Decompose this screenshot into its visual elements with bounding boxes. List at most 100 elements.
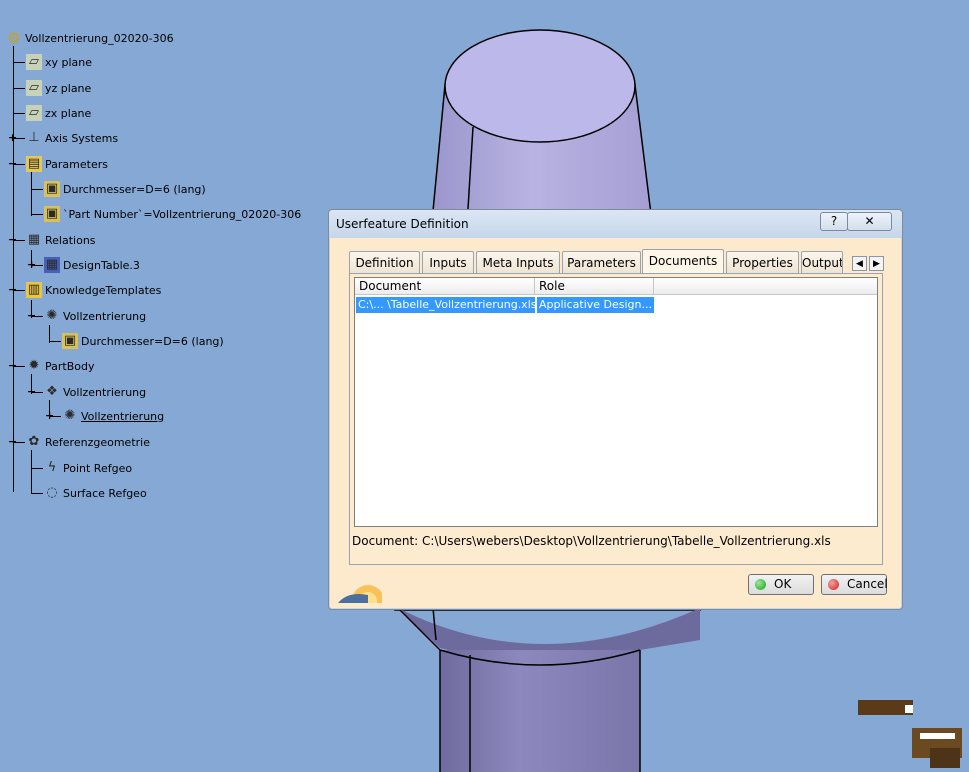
parameters-icon: ▤ <box>26 156 42 172</box>
tree-connector-line <box>13 62 25 63</box>
tree-node-label: Surface Refgeo <box>63 486 147 500</box>
tree-node[interactable]: ▱ zx plane <box>26 103 91 123</box>
tree-connector-line <box>49 341 61 342</box>
parameter-icon: ▣ <box>44 206 60 222</box>
tree-root-label: Vollzentrierung_02020-306 <box>25 31 174 45</box>
ok-button[interactable]: OK <box>748 574 814 595</box>
collapse-icon[interactable]: − <box>27 386 36 397</box>
tree-node-label: DesignTable.3 <box>63 258 140 272</box>
feature-set-icon: ❖ <box>46 384 58 399</box>
tree-node[interactable]: ϟ Point Refgeo <box>44 458 132 478</box>
tree-root[interactable]: ⚙ Vollzentrierung_02020-306 <box>6 28 174 48</box>
parameter-icon: ▣ <box>62 333 78 349</box>
tree-connector-line <box>31 189 43 190</box>
tree-node[interactable]: ▣ Durchmesser=D=6 (lang) <box>44 179 206 199</box>
expand-icon[interactable]: + <box>45 410 54 421</box>
expand-icon[interactable]: + <box>27 259 36 270</box>
dialog-title: Userfeature Definition <box>336 217 469 231</box>
collapse-icon[interactable]: − <box>8 284 17 295</box>
tree-node[interactable]: ▣ Durchmesser=D=6 (lang) <box>62 331 224 351</box>
tree-node[interactable]: ✺ Vollzentrierung <box>62 406 165 426</box>
tree-node[interactable]: ▦ DesignTable.3 <box>44 255 140 275</box>
role-cell[interactable]: Applicative Design... <box>537 297 654 313</box>
tree-connector-line <box>13 113 25 114</box>
knowledge-templates-icon: ▥ <box>26 282 42 298</box>
compass-artifact <box>858 700 962 768</box>
tab-documents[interactable]: Documents <box>642 249 724 274</box>
documents-panel: Document Role C:\... \Tabelle_Vollzentri… <box>349 273 883 565</box>
help-button[interactable]: ? <box>820 212 848 231</box>
tree-node[interactable]: ✿ Referenzgeometrie <box>26 432 150 452</box>
tab-inputs[interactable]: Inputs <box>422 251 474 273</box>
column-header-document[interactable]: Document <box>355 278 535 295</box>
tree-node-label: xy plane <box>45 55 93 69</box>
tree-node-label: Point Refgeo <box>63 461 133 475</box>
tree-node-label: zx plane <box>45 106 92 120</box>
catia-logo-icon <box>338 585 382 603</box>
tree-node-label: Vollzentrierung <box>63 309 147 323</box>
tree-node-label: Referenzgeometrie <box>45 435 150 449</box>
axis-system-icon: ⊥ <box>28 130 40 145</box>
expand-icon[interactable]: + <box>8 132 17 143</box>
cancel-icon <box>828 579 839 590</box>
product-gear-icon: ⚙ <box>7 29 21 47</box>
tree-node[interactable]: ▣ `Part Number`=Vollzentrierung_02020-306 <box>44 204 301 224</box>
documents-list[interactable]: Document Role C:\... \Tabelle_Vollzentri… <box>354 277 878 527</box>
dialog-titlebar[interactable]: Userfeature Definition ? ✕ <box>329 210 902 238</box>
tree-node-label: Axis Systems <box>45 131 119 145</box>
tree-node[interactable]: ✺ Vollzentrierung <box>44 306 147 326</box>
tree-node-label: `Part Number`=Vollzentrierung_02020-306 <box>63 207 302 221</box>
collapse-icon[interactable]: − <box>8 158 17 169</box>
collapse-icon[interactable]: − <box>8 234 17 245</box>
collapse-icon[interactable]: − <box>27 310 36 321</box>
document-path-text: Document: C:\Users\webers\Desktop\Vollze… <box>352 534 831 548</box>
document-cell[interactable]: C:\... \Tabelle_Vollzentrierung.xls <box>356 297 535 313</box>
tree-node-label: Durchmesser=D=6 (lang) <box>81 334 224 348</box>
column-header-filler <box>654 278 877 295</box>
tab-definition[interactable]: Definition <box>349 251 420 273</box>
collapse-icon[interactable]: − <box>8 436 17 447</box>
tree-node[interactable]: ◌ Surface Refgeo <box>44 483 147 503</box>
tree-node[interactable]: ⊥ Axis Systems <box>26 128 118 148</box>
tree-node[interactable]: ▥ KnowledgeTemplates <box>26 280 161 300</box>
tree-connector-line <box>31 493 43 494</box>
tree-connector-line <box>31 450 32 494</box>
collapse-icon[interactable]: − <box>8 360 17 371</box>
plane-icon: ▱ <box>26 80 42 96</box>
ok-icon <box>755 579 766 590</box>
tab-scroll-right-icon[interactable]: ▶ <box>869 256 884 271</box>
tree-node[interactable]: ▤ Parameters <box>26 154 108 174</box>
tree-node[interactable]: ✹ PartBody <box>26 356 95 376</box>
dialog-client-area: Definition Inputs Meta Inputs Parameters… <box>336 239 895 603</box>
tree-node[interactable]: ▱ yz plane <box>26 78 91 98</box>
design-table-icon: ▦ <box>44 257 60 273</box>
cancel-label: Cancel <box>847 577 888 591</box>
tab-meta-inputs[interactable]: Meta Inputs <box>476 251 560 273</box>
userfeature-icon: ✺ <box>64 408 76 423</box>
tree-connector-line <box>31 468 43 469</box>
tab-output[interactable]: Output <box>801 251 843 273</box>
tab-scroll-left-icon[interactable]: ◀ <box>852 256 867 271</box>
close-button[interactable]: ✕ <box>847 212 892 231</box>
point-icon: ϟ <box>47 460 57 475</box>
tree-node[interactable]: ▱ xy plane <box>26 52 92 72</box>
tree-node-label: Vollzentrierung <box>63 385 147 399</box>
cancel-button[interactable]: Cancel <box>821 574 888 595</box>
tree-node[interactable]: ❖ Vollzentrierung <box>44 382 146 402</box>
column-header-role[interactable]: Role <box>535 278 654 295</box>
tab-parameters[interactable]: Parameters <box>562 251 641 273</box>
tree-connector-line <box>13 88 25 89</box>
tree-node[interactable]: ▦ Relations <box>26 230 96 250</box>
partbody-icon: ✹ <box>28 358 40 373</box>
surface-icon: ◌ <box>46 485 58 500</box>
plane-icon: ▱ <box>26 54 42 70</box>
ok-label: OK <box>774 577 792 591</box>
tree-node-label: PartBody <box>45 359 95 373</box>
tree-connector-line <box>31 172 32 216</box>
tree-node-label: Parameters <box>45 157 108 171</box>
specification-tree[interactable]: ⚙ Vollzentrierung_02020-306 ▱ xy plane ▱ yz p… <box>0 0 330 520</box>
tab-properties[interactable]: Properties <box>726 251 799 273</box>
plane-icon: ▱ <box>26 105 42 121</box>
tree-node-label: Durchmesser=D=6 (lang) <box>63 182 206 196</box>
parameter-icon: ▣ <box>44 181 60 197</box>
